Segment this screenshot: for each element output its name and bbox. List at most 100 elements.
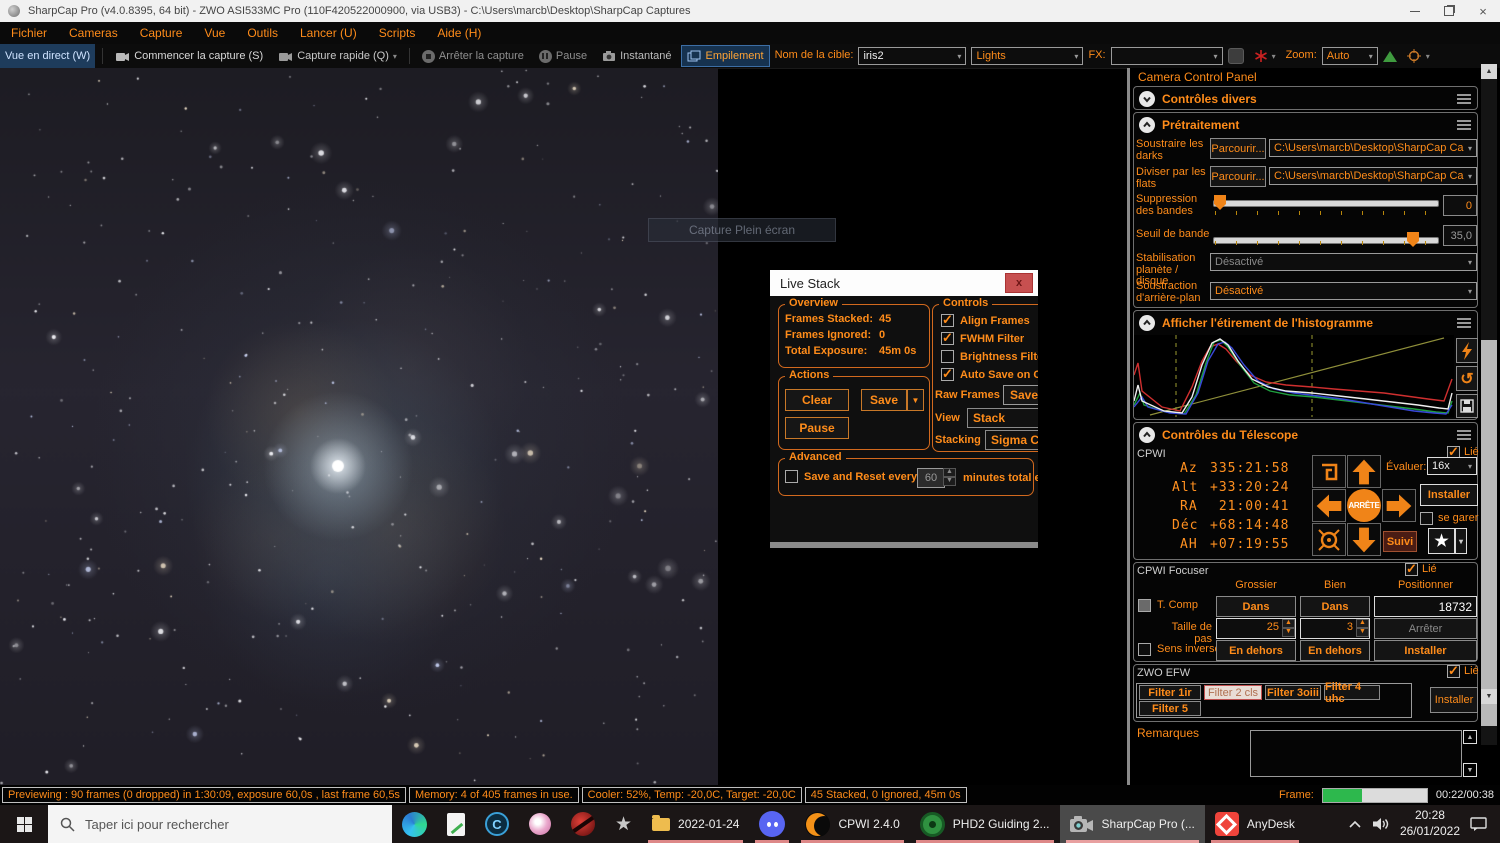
collapse-icon[interactable] <box>1139 315 1155 331</box>
collapse-icon[interactable] <box>1139 117 1155 133</box>
scroll-up-icon[interactable]: ▲ <box>1481 64 1497 79</box>
minutes-input[interactable]: 60 <box>917 468 945 488</box>
filter-5-button[interactable]: Filter 5 <box>1139 701 1201 716</box>
save-button[interactable]: Save <box>861 389 907 411</box>
selection-area-icon[interactable] <box>1227 48 1244 64</box>
save-dropdown-button[interactable]: ▼ <box>907 389 924 411</box>
minimize-button[interactable] <box>1398 0 1432 22</box>
stabilization-select[interactable]: Désactivé ▾ <box>1210 253 1477 271</box>
slew-rate-select[interactable]: 16x ▾ <box>1427 457 1477 475</box>
slew-right-button[interactable] <box>1382 489 1416 522</box>
filter-4-button[interactable]: Filter 4 uhc <box>1324 681 1380 705</box>
taskbar-notepad-button[interactable] <box>437 805 475 843</box>
reverse-checkbox[interactable]: Sens inverse <box>1138 643 1221 656</box>
taskbar-cpwi-button[interactable]: CPWI 2.4.0 <box>795 805 909 843</box>
zoom-select[interactable]: Auto ▾ <box>1321 47 1378 65</box>
target-name-select[interactable]: iris2 ▾ <box>858 47 967 65</box>
efw-setup-button[interactable]: Installer <box>1430 687 1478 713</box>
live-stack-titlebar[interactable]: Live Stack x <box>770 270 1038 296</box>
filter-3-button[interactable]: Filter 3oiii <box>1265 685 1321 700</box>
save-reset-checkbox[interactable]: Save and Reset every <box>785 470 917 483</box>
darks-browse-button[interactable]: Parcourir... <box>1210 138 1266 159</box>
start-capture-button[interactable]: Commencer la capture (S) <box>110 45 268 67</box>
slew-down-button[interactable] <box>1347 523 1381 556</box>
pause-button[interactable]: Pause <box>785 417 849 439</box>
auto-stretch-button[interactable] <box>1456 338 1478 363</box>
menu-fichier[interactable]: Fichier <box>0 26 58 40</box>
pause-button[interactable]: Pause <box>534 45 592 67</box>
close-button[interactable]: x <box>1005 273 1033 293</box>
focuser-setup-button[interactable]: Installer <box>1374 640 1477 661</box>
auto-save-checkbox[interactable]: Auto Save on Clea <box>941 366 1038 382</box>
collapse-icon[interactable] <box>1139 427 1155 443</box>
reset-stretch-button[interactable]: ↺ <box>1456 366 1478 391</box>
filter-1-button[interactable]: Filter 1ir <box>1139 685 1201 700</box>
search-box[interactable]: Taper ici pour rechercher <box>48 805 392 843</box>
temp-comp-checkbox[interactable]: T. Comp <box>1138 599 1198 612</box>
taskbar-red-disc-button[interactable] <box>561 805 605 843</box>
step-coarse-stepper[interactable]: 25 ▲ ▼ <box>1216 618 1296 639</box>
taskbar-phd2-button[interactable]: PHD2 Guiding 2... <box>910 805 1060 843</box>
goto-target-button[interactable] <box>1312 523 1346 556</box>
filter-2-button-selected[interactable]: Filter 2 cls <box>1204 685 1262 700</box>
fx-select[interactable]: ▾ <box>1110 47 1223 65</box>
threshold-value[interactable]: 35,0 <box>1443 225 1477 246</box>
save-histogram-button[interactable] <box>1456 394 1478 418</box>
scroll-up-icon[interactable]: ▲ <box>1463 730 1477 744</box>
stop-slew-button[interactable]: ARRÊTE <box>1347 489 1381 522</box>
fwhm-filter-checkbox[interactable]: FWHM Filter <box>941 330 1024 346</box>
tray-expand-icon[interactable] <box>1348 820 1362 829</box>
stacking-select[interactable]: Sigma Clipp <box>985 430 1038 450</box>
tray-clock[interactable]: 20:28 26/01/2022 <box>1400 808 1460 839</box>
panel-scrollbar[interactable]: ▲ ▼ <box>1481 64 1497 745</box>
captured-image[interactable] <box>0 68 718 785</box>
stop-capture-button[interactable]: Arrêter la capture <box>417 45 529 67</box>
menu-cameras[interactable]: Cameras <box>58 26 129 40</box>
menu-icon[interactable] <box>1456 429 1472 441</box>
save-stack-button[interactable]: Save St <box>1003 385 1038 405</box>
quick-capture-button[interactable]: Capture rapide (Q) ▾ <box>273 45 402 67</box>
scroll-down-icon[interactable]: ▼ <box>1481 689 1497 704</box>
start-button[interactable] <box>0 805 48 843</box>
taskbar-flower-button[interactable] <box>519 805 561 843</box>
remarks-textarea[interactable] <box>1250 730 1462 777</box>
stack-button[interactable]: Empilement <box>681 45 770 67</box>
spiral-search-button[interactable] <box>1312 455 1346 488</box>
star-dropdown-button[interactable]: ▾ <box>1455 528 1467 554</box>
notification-icon[interactable] <box>1470 816 1488 832</box>
menu-icon[interactable] <box>1456 93 1472 105</box>
menu-icon[interactable] <box>1456 317 1472 329</box>
scrollbar-thumb[interactable] <box>1481 340 1497 726</box>
flats-browse-button[interactable]: Parcourir... <box>1210 166 1266 187</box>
telescope-setup-button[interactable]: Installer <box>1420 484 1478 506</box>
taskbar-discord-button[interactable] <box>749 805 795 843</box>
menu-lancer[interactable]: Lancer (U) <box>289 26 368 40</box>
speaker-icon[interactable] <box>1372 816 1390 832</box>
focuser-stop-button[interactable]: Arrêter <box>1374 618 1477 639</box>
expand-icon[interactable] <box>1139 91 1155 107</box>
histogram-icon[interactable] <box>1382 50 1397 62</box>
flats-path-select[interactable]: C:\Users\marcb\Desktop\SharpCap Ca... ▾ <box>1269 167 1477 185</box>
star-goto-button[interactable]: ★ <box>1428 528 1455 554</box>
taskbar-anydesk-button[interactable]: AnyDesk <box>1205 805 1305 843</box>
menu-outils[interactable]: Outils <box>236 26 289 40</box>
reticle-button[interactable]: ▾ <box>1402 45 1435 67</box>
menu-scripts[interactable]: Scripts <box>368 26 427 40</box>
menu-capture[interactable]: Capture <box>129 26 194 40</box>
darks-path-select[interactable]: C:\Users\marcb\Desktop\SharpCap Ca... ▾ <box>1269 139 1477 157</box>
live-view-button[interactable]: Vue en direct (W) <box>0 44 96 68</box>
taskbar-edge-button[interactable] <box>392 805 437 843</box>
focus-in-coarse-button[interactable]: Dans <box>1216 596 1296 617</box>
efw-linked-checkbox[interactable]: Lié <box>1447 663 1479 679</box>
cooler-button[interactable]: ▾ <box>1249 45 1281 67</box>
brightness-filter-checkbox[interactable]: Brightness Filter <box>941 350 1038 363</box>
snapshot-button[interactable]: Instantané <box>597 45 676 67</box>
stepper-arrows[interactable]: ▲ ▼ <box>1356 619 1369 638</box>
stepper-arrows[interactable]: ▲ ▼ <box>1282 619 1295 638</box>
align-frames-checkbox[interactable]: Align Frames <box>941 312 1030 328</box>
focuser-linked-checkbox[interactable]: Lié <box>1405 561 1437 577</box>
frame-type-select[interactable]: Lights ▾ <box>971 47 1084 65</box>
menu-icon[interactable] <box>1456 119 1472 131</box>
minutes-stepper[interactable]: ▲ ▼ <box>943 468 956 486</box>
menu-vue[interactable]: Vue <box>193 26 236 40</box>
